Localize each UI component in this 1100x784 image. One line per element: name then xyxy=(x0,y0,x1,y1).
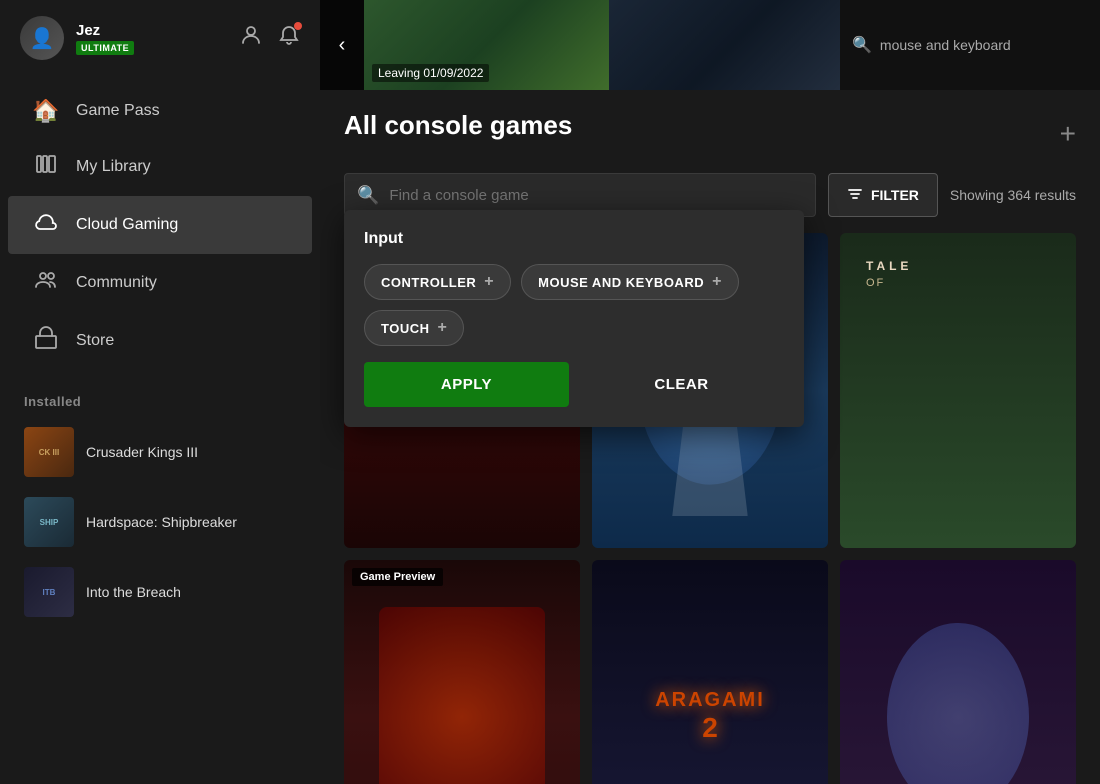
sidebar-item-community[interactable]: Community xyxy=(8,254,312,312)
touch-chip-label: TOUCH xyxy=(381,321,429,336)
filter-button[interactable]: FILTER xyxy=(828,173,938,217)
username: Jez xyxy=(76,22,134,39)
carousel-search-input[interactable] xyxy=(880,37,1088,53)
filter-chip-touch[interactable]: TOUCH + xyxy=(364,310,464,346)
sidebar-item-community-label: Community xyxy=(76,274,157,292)
installed-section: Installed CK III Crusader Kings III SHIP… xyxy=(0,378,320,635)
filter-dropdown: Input CONTROLLER + MOUSE AND KEYBOARD + … xyxy=(344,210,804,427)
touch-chip-plus-icon: + xyxy=(437,319,447,337)
ultimate-badge: ULTIMATE xyxy=(76,41,134,55)
filter-actions: APPLY CLEAR xyxy=(364,362,784,407)
carousel-item-1[interactable]: Leaving 01/09/2022 xyxy=(364,0,609,90)
sidebar-item-cloud-gaming[interactable]: Cloud Gaming xyxy=(8,196,312,254)
search-input[interactable] xyxy=(389,187,803,204)
content-area: All console games + 🔍 FILTER Showing 364… xyxy=(320,90,1100,784)
controller-chip-label: CONTROLLER xyxy=(381,275,476,290)
clear-button[interactable]: CLEAR xyxy=(579,362,784,407)
into-the-breach-thumb: ITB xyxy=(24,567,74,617)
carousel-item-1-label: Leaving 01/09/2022 xyxy=(372,64,489,82)
header-icons xyxy=(240,24,300,52)
store-icon xyxy=(32,326,60,356)
carousel: ‹ Leaving 01/09/2022 🔍 xyxy=(320,0,1100,90)
sidebar-item-store-label: Store xyxy=(76,332,114,350)
into-the-breach-name: Into the Breach xyxy=(86,584,181,600)
avatar[interactable]: 👤 xyxy=(20,16,64,60)
list-item[interactable]: CK III Crusader Kings III xyxy=(24,417,296,487)
sidebar-item-store[interactable]: Store xyxy=(8,312,312,370)
shipbreaker-name: Hardspace: Shipbreaker xyxy=(86,514,237,530)
notification-icon[interactable] xyxy=(278,24,300,52)
carousel-search-icon: 🔍 xyxy=(852,35,872,55)
avatar-settings-icon[interactable] xyxy=(240,24,262,52)
carousel-search-bar: 🔍 xyxy=(840,0,1100,90)
library-icon xyxy=(32,152,60,182)
main-content: ‹ Leaving 01/09/2022 🔍 All console games… xyxy=(320,0,1100,784)
filter-icon xyxy=(847,186,863,205)
home-icon: 🏠 xyxy=(32,98,60,124)
crusader-kings-name: Crusader Kings III xyxy=(86,444,198,460)
crusader-kings-thumb: CK III xyxy=(24,427,74,477)
game-card-tales[interactable]: TALE OF xyxy=(840,233,1076,548)
mouse-keyboard-chip-plus-icon: + xyxy=(712,273,722,291)
carousel-back-button[interactable]: ‹ xyxy=(320,0,364,90)
game-card-preview-1[interactable]: Game Preview xyxy=(344,560,580,784)
filter-button-label: FILTER xyxy=(871,187,919,203)
shipbreaker-thumb: SHIP xyxy=(24,497,74,547)
list-item[interactable]: ITB Into the Breach xyxy=(24,557,296,627)
sidebar-header: 👤 Jez ULTIMATE xyxy=(0,0,320,76)
sidebar: 👤 Jez ULTIMATE 🏠 xyxy=(0,0,320,784)
controller-chip-plus-icon: + xyxy=(484,273,494,291)
mouse-keyboard-chip-label: MOUSE AND KEYBOARD xyxy=(538,275,704,290)
sidebar-item-cloud-gaming-label: Cloud Gaming xyxy=(76,216,178,234)
sidebar-item-my-library-label: My Library xyxy=(76,158,151,176)
community-icon xyxy=(32,268,60,298)
nav-items: 🏠 Game Pass My Library Cloud Gaming xyxy=(0,76,320,378)
add-button[interactable]: + xyxy=(1060,118,1076,150)
apply-button[interactable]: APPLY xyxy=(364,362,569,407)
section-title: All console games xyxy=(344,110,572,141)
installed-label: Installed xyxy=(24,394,296,409)
filter-chip-controller[interactable]: CONTROLLER + xyxy=(364,264,511,300)
list-item[interactable]: SHIP Hardspace: Shipbreaker xyxy=(24,487,296,557)
game-card-aragami-2[interactable]: ARAGAMI 2 xyxy=(592,560,828,784)
filter-chips: CONTROLLER + MOUSE AND KEYBOARD + TOUCH … xyxy=(364,264,784,346)
notification-dot xyxy=(294,22,302,30)
search-icon: 🔍 xyxy=(357,185,379,206)
sidebar-item-game-pass-label: Game Pass xyxy=(76,102,160,120)
user-info: Jez ULTIMATE xyxy=(76,22,134,55)
cloud-icon xyxy=(32,210,60,240)
sidebar-item-game-pass[interactable]: 🏠 Game Pass xyxy=(8,84,312,138)
filter-chip-mouse-keyboard[interactable]: MOUSE AND KEYBOARD + xyxy=(521,264,739,300)
filter-section-label: Input xyxy=(364,230,784,248)
results-count: Showing 364 results xyxy=(950,187,1076,203)
game-card-purple[interactable] xyxy=(840,560,1076,784)
carousel-item-2[interactable] xyxy=(609,0,854,90)
sidebar-item-my-library[interactable]: My Library xyxy=(8,138,312,196)
